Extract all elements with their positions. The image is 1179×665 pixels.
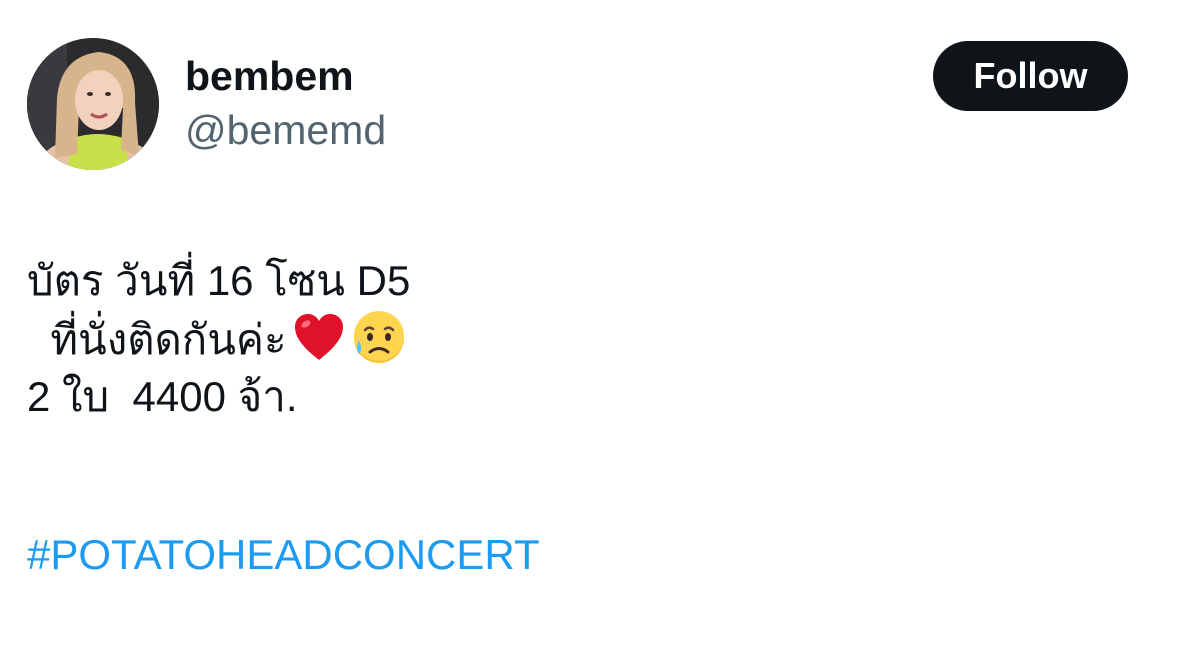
profile-photo-icon bbox=[27, 38, 159, 170]
tweet-line-text: 2 ใบ 4400 จ้า. bbox=[27, 373, 298, 420]
tweet-line: ที่นั่งติดกันค่ะ bbox=[27, 310, 1147, 368]
sad-but-relieved-face-icon bbox=[351, 310, 407, 366]
hashtag-link[interactable]: #POTATOHEADCONCERT bbox=[27, 526, 540, 584]
user-handle[interactable]: @bememd bbox=[185, 106, 386, 154]
tweet-text: บัตร วันที่ 16 โซน D5 ที่นั่งติดกันค่ะ 2… bbox=[27, 252, 1147, 426]
tweet-line: บัตร วันที่ 16 โซน D5 bbox=[27, 252, 1147, 310]
display-name[interactable]: bembem bbox=[185, 52, 354, 100]
avatar[interactable] bbox=[27, 38, 159, 170]
red-heart-icon bbox=[291, 310, 347, 366]
tweet-line-text: บัตร วันที่ 16 โซน D5 bbox=[27, 257, 411, 304]
follow-button[interactable]: Follow bbox=[933, 41, 1128, 111]
tweet-line: 2 ใบ 4400 จ้า. bbox=[27, 368, 1147, 426]
tweet-line-text: ที่นั่งติดกันค่ะ bbox=[27, 316, 287, 363]
